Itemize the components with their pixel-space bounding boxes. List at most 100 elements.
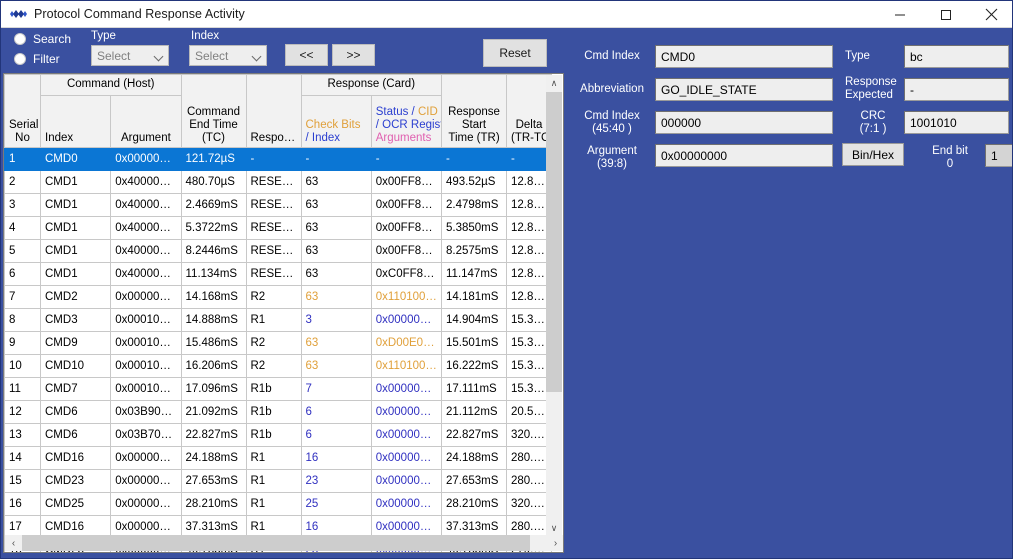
cell-delta[interactable]: - [507, 148, 552, 171]
bin-hex-button[interactable]: Bin/Hex [842, 143, 904, 166]
cell-delta[interactable]: 320.17nS [507, 493, 552, 516]
cell-sn[interactable]: 13 [5, 424, 41, 447]
cell-check[interactable]: 63 [301, 332, 371, 355]
vertical-scrollbar[interactable]: ∧ ∨ [546, 75, 562, 537]
cell-delta[interactable]: 15.385µS [507, 355, 552, 378]
cell-check[interactable]: 63 [301, 217, 371, 240]
type-select[interactable]: Select [91, 45, 169, 66]
cell-sn[interactable]: 9 [5, 332, 41, 355]
cell-arg[interactable]: 0x03B70000 [111, 424, 181, 447]
cell-resp[interactable]: R2 [246, 286, 301, 309]
cell-sn[interactable]: 16 [5, 493, 41, 516]
cell-resp[interactable]: R1 [246, 309, 301, 332]
cell-check[interactable]: 63 [301, 355, 371, 378]
cell-check[interactable]: 6 [301, 424, 371, 447]
cell-sn[interactable]: 6 [5, 263, 41, 286]
cell-index[interactable]: CMD0 [41, 148, 111, 171]
cell-index[interactable]: CMD16 [41, 447, 111, 470]
table-row[interactable]: 8CMD30x0001000014.888mSR130x0000050014.9… [5, 309, 552, 332]
table-row[interactable]: 9CMD90x0001000015.486mSR2630xD00E00320F5… [5, 332, 552, 355]
cell-delta[interactable]: 15.385µS [507, 378, 552, 401]
cell-check[interactable]: 63 [301, 171, 371, 194]
cell-check[interactable]: 25 [301, 493, 371, 516]
cell-tc[interactable]: 14.888mS [181, 309, 246, 332]
cell-resp[interactable]: RESER... [246, 240, 301, 263]
cell-status[interactable]: 0x110100303332... [371, 286, 441, 309]
cell-tc[interactable]: 121.72µS [181, 148, 246, 171]
cell-arg[interactable]: 0x00010000 [111, 309, 181, 332]
cell-tc[interactable]: 14.168mS [181, 286, 246, 309]
previous-button[interactable]: << [285, 44, 328, 66]
table-row[interactable]: 12CMD60x03B9000021.092mSR1b60x0000080021… [5, 401, 552, 424]
end-bit-field[interactable]: 1 [985, 144, 1013, 167]
table-row[interactable]: 3CMD10x400000802.4669mSRESER...630x00FF8… [5, 194, 552, 217]
col-check-bits[interactable]: Check Bits / Index [301, 96, 371, 148]
cell-arg[interactable]: 0x00010000 [111, 332, 181, 355]
cell-index[interactable]: CMD23 [41, 470, 111, 493]
cell-tc[interactable]: 16.206mS [181, 355, 246, 378]
cell-tr[interactable]: 14.904mS [442, 309, 507, 332]
cell-delta[interactable]: 280.01nS [507, 470, 552, 493]
scroll-up-icon[interactable]: ∧ [546, 75, 562, 92]
cell-tr[interactable]: 22.827mS [442, 424, 507, 447]
cell-delta[interactable]: 20.513µS [507, 401, 552, 424]
cell-sn[interactable]: 7 [5, 286, 41, 309]
cell-arg[interactable]: 0x40000080 [111, 263, 181, 286]
col-status[interactable]: Status / CID / CSD / OCR Register / Argu… [371, 96, 441, 148]
cell-tr[interactable]: 16.222mS [442, 355, 507, 378]
cell-index[interactable]: CMD1 [41, 171, 111, 194]
cell-resp[interactable]: RESER... [246, 171, 301, 194]
cell-status[interactable]: 0x00000900 [371, 493, 441, 516]
index-select[interactable]: Select [189, 45, 267, 66]
cell-resp[interactable]: RESER... [246, 263, 301, 286]
cell-arg[interactable]: 0x00000000 [111, 286, 181, 309]
cell-sn[interactable]: 2 [5, 171, 41, 194]
cell-status[interactable]: 0x00FF8080 [371, 194, 441, 217]
vertical-scrollbar-thumb[interactable] [546, 92, 562, 392]
cell-check[interactable]: 63 [301, 263, 371, 286]
cell-tr[interactable]: - [442, 148, 507, 171]
cell-index[interactable]: CMD6 [41, 401, 111, 424]
table-row[interactable]: 13CMD60x03B7000022.827mSR1b60x0000080022… [5, 424, 552, 447]
cell-sn[interactable]: 12 [5, 401, 41, 424]
cmd-index-field[interactable]: CMD0 [655, 45, 833, 68]
maximize-button[interactable] [923, 1, 968, 28]
cell-index[interactable]: CMD3 [41, 309, 111, 332]
cell-sn[interactable]: 11 [5, 378, 41, 401]
cell-status[interactable]: 0x00000700 [371, 378, 441, 401]
cell-tc[interactable]: 480.70µS [181, 171, 246, 194]
cell-resp[interactable]: RESER... [246, 217, 301, 240]
col-response[interactable]: Response [246, 75, 301, 148]
horizontal-scrollbar[interactable]: ‹ › [5, 535, 564, 551]
cell-sn[interactable]: 10 [5, 355, 41, 378]
close-button[interactable] [969, 1, 1013, 28]
cell-tr[interactable]: 5.3850mS [442, 217, 507, 240]
cell-tc[interactable]: 17.096mS [181, 378, 246, 401]
cell-sn[interactable]: 4 [5, 217, 41, 240]
radio-filter[interactable]: Filter [14, 52, 60, 66]
cell-check[interactable]: - [301, 148, 371, 171]
cell-status[interactable]: 0x00000900 [371, 447, 441, 470]
cell-arg[interactable]: 0x40000080 [111, 171, 181, 194]
table-row[interactable]: 2CMD10x40000080480.70µSRESER...630x00FF8… [5, 171, 552, 194]
cell-index[interactable]: CMD10 [41, 355, 111, 378]
cell-tc[interactable]: 28.210mS [181, 493, 246, 516]
cell-arg[interactable]: 0x00000200 [111, 447, 181, 470]
cell-index[interactable]: CMD2 [41, 286, 111, 309]
cell-status[interactable]: 0xC0FF8080 [371, 263, 441, 286]
table-row[interactable]: 16CMD250x0000000128.210mSR1250x000009002… [5, 493, 552, 516]
cell-delta[interactable]: 12.821µS [507, 240, 552, 263]
cell-arg[interactable]: 0x00000004 [111, 470, 181, 493]
cell-sn[interactable]: 3 [5, 194, 41, 217]
cell-sn[interactable]: 8 [5, 309, 41, 332]
cell-status[interactable]: 0xD00E00320F5... [371, 332, 441, 355]
scroll-right-icon[interactable]: › [547, 535, 564, 551]
minimize-button[interactable] [877, 1, 922, 28]
cell-resp[interactable]: R1b [246, 401, 301, 424]
col-serial-no[interactable]: Serial No [5, 75, 41, 148]
cell-status[interactable]: 0x00FF8080 [371, 171, 441, 194]
col-delta[interactable]: Delta (TR-TC) [507, 75, 552, 148]
cell-resp[interactable]: R1b [246, 378, 301, 401]
cell-status[interactable]: 0x00000800 [371, 401, 441, 424]
cell-check[interactable]: 6 [301, 401, 371, 424]
